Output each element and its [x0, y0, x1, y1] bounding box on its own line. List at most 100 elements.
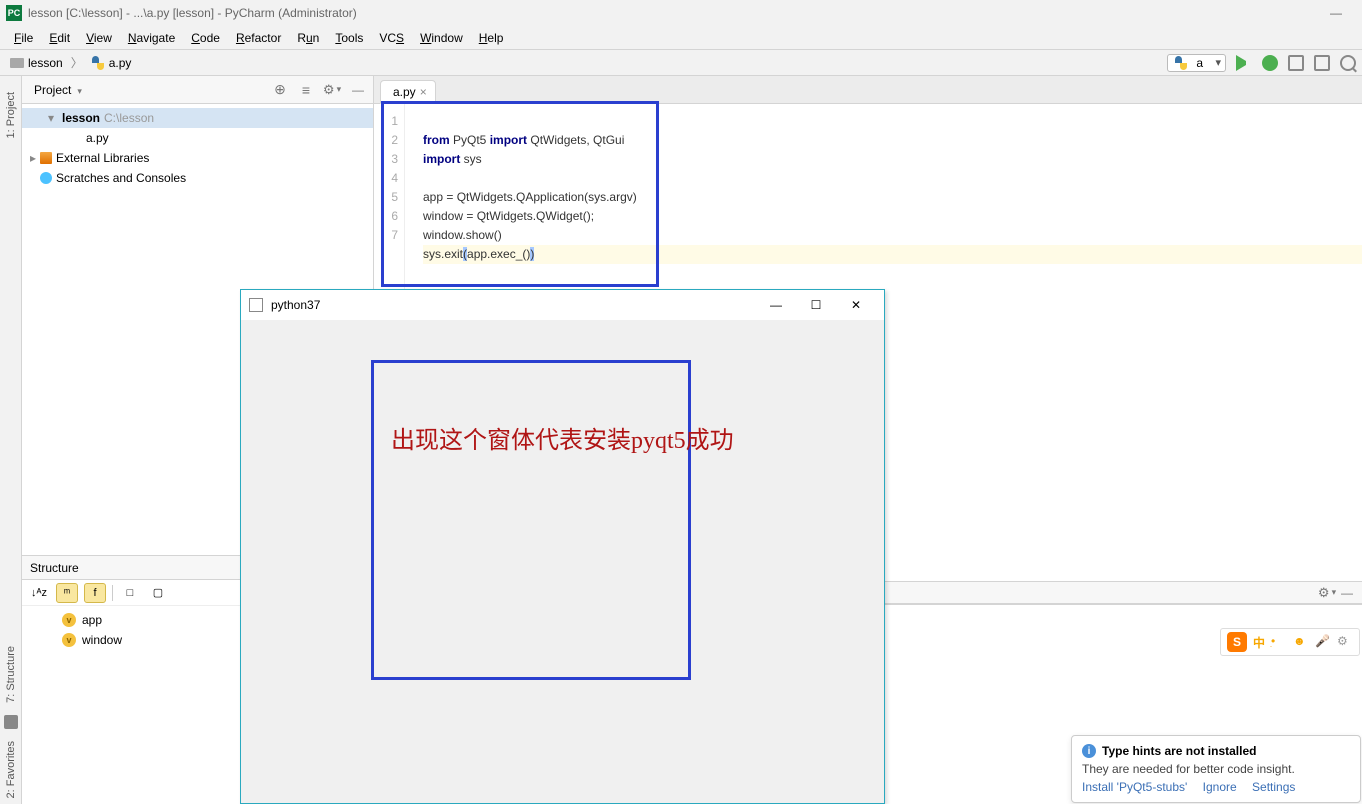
- left-tab-structure[interactable]: 7: Structure: [3, 640, 19, 709]
- python-app-window[interactable]: python37 — ☐ ✕ 出现这个窗体代表安装pyqt5成功: [240, 289, 885, 804]
- ime-voice-icon[interactable]: [1315, 634, 1331, 650]
- profile-button[interactable]: [1314, 55, 1330, 71]
- info-icon: i: [1082, 744, 1096, 758]
- hide-panel-icon[interactable]: [1340, 586, 1354, 600]
- scroll-from-source-icon[interactable]: [273, 83, 287, 97]
- close-tab-icon[interactable]: ×: [420, 85, 427, 99]
- ime-emoji-icon[interactable]: [1293, 634, 1309, 650]
- run-config-label: a: [1196, 56, 1203, 70]
- scratches-icon: [40, 172, 52, 184]
- notification-link-install[interactable]: Install 'PyQt5-stubs': [1082, 780, 1187, 794]
- menu-view[interactable]: View: [78, 31, 120, 45]
- library-icon: [40, 152, 52, 164]
- app-icon: [249, 298, 263, 312]
- sogou-logo-icon[interactable]: S: [1227, 632, 1247, 652]
- close-button[interactable]: ✕: [836, 291, 876, 319]
- project-file-name: a.py: [86, 131, 109, 145]
- search-everywhere-button[interactable]: [1340, 55, 1356, 71]
- menu-code[interactable]: Code: [183, 31, 228, 45]
- left-tool-strip: 1: Project 7: Structure 2: Favorites: [0, 76, 22, 804]
- project-tree-scratches[interactable]: ▸ Scratches and Consoles: [22, 168, 373, 188]
- line-number: 3: [374, 150, 398, 169]
- menu-refactor[interactable]: Refactor: [228, 31, 289, 45]
- left-tab-project[interactable]: 1: Project: [3, 86, 19, 144]
- editor-tab[interactable]: a.py ×: [380, 80, 436, 104]
- menu-tools[interactable]: Tools: [327, 31, 371, 45]
- notification-title: Type hints are not installed: [1102, 744, 1256, 758]
- ime-language-label[interactable]: 中: [1253, 634, 1265, 651]
- window-title: lesson [C:\lesson] - ...\a.py [lesson] -…: [28, 6, 1316, 20]
- structure-item-label: window: [82, 633, 122, 647]
- menu-bar: File Edit View Navigate Code Refactor Ru…: [0, 26, 1362, 50]
- left-tab-favorites[interactable]: 2: Favorites: [3, 735, 19, 804]
- project-panel-title: Project: [34, 83, 71, 97]
- project-tree-file[interactable]: a.py: [22, 128, 373, 148]
- run-with-coverage-button[interactable]: [1288, 55, 1304, 71]
- maximize-button[interactable]: ☐: [796, 291, 836, 319]
- editor-tab-label: a.py: [393, 85, 416, 99]
- project-tree-root[interactable]: ▾ lesson C:\lesson: [22, 108, 373, 128]
- show-fields-button[interactable]: f: [84, 583, 106, 603]
- python-file-icon: [91, 56, 105, 70]
- project-tree[interactable]: ▾ lesson C:\lesson a.py ▸ External Libra…: [22, 104, 373, 192]
- project-root-name: lesson: [62, 111, 100, 125]
- editor-tabs: a.py ×: [374, 76, 1362, 104]
- breadcrumb-file[interactable]: a.py: [87, 56, 136, 70]
- minimize-button[interactable]: —: [1316, 0, 1356, 26]
- line-number: 2: [374, 131, 398, 150]
- menu-vcs[interactable]: VCS: [371, 31, 412, 45]
- debug-button[interactable]: [1262, 55, 1278, 71]
- expand-icon[interactable]: ▾: [48, 111, 58, 125]
- collapse-all-button[interactable]: ▢: [147, 583, 169, 603]
- notification-link-ignore[interactable]: Ignore: [1203, 780, 1237, 794]
- notification-link-settings[interactable]: Settings: [1252, 780, 1295, 794]
- variable-icon: v: [62, 633, 76, 647]
- folder-icon: [10, 58, 24, 68]
- expand-all-button[interactable]: □: [119, 583, 141, 603]
- notification-popup: i Type hints are not installed They are n…: [1071, 735, 1361, 803]
- project-view-dropdown[interactable]: [75, 83, 82, 97]
- menu-navigate[interactable]: Navigate: [120, 31, 183, 45]
- menu-file[interactable]: File: [6, 31, 41, 45]
- external-libs-label: External Libraries: [56, 151, 149, 165]
- show-methods-button[interactable]: ᵐ: [56, 583, 78, 603]
- breadcrumb-file-label: a.py: [109, 56, 132, 70]
- minimize-button[interactable]: —: [756, 291, 796, 319]
- hide-panel-icon[interactable]: [351, 83, 365, 97]
- python-window-body: 出现这个窗体代表安装pyqt5成功: [241, 320, 884, 803]
- project-root-path: C:\lesson: [104, 111, 154, 125]
- structure-item-label: app: [82, 613, 102, 627]
- run-settings-icon[interactable]: [1320, 586, 1334, 600]
- ime-punctuation-icon[interactable]: [1271, 634, 1287, 650]
- breadcrumb-root[interactable]: lesson: [6, 56, 67, 70]
- project-tree-external-libs[interactable]: ▸ External Libraries: [22, 148, 373, 168]
- annotation-text: 出现这个窗体代表安装pyqt5成功: [391, 420, 734, 455]
- variable-icon: v: [62, 613, 76, 627]
- project-settings-icon[interactable]: [325, 83, 339, 97]
- run-button[interactable]: [1236, 55, 1252, 71]
- navigation-bar: lesson 〉 a.py a: [0, 50, 1362, 76]
- line-number: 7: [374, 226, 398, 245]
- notification-body: They are needed for better code insight.: [1082, 762, 1350, 776]
- scratches-label: Scratches and Consoles: [56, 171, 186, 185]
- breadcrumb-chevron-icon: 〉: [67, 54, 87, 71]
- line-number: 6: [374, 207, 398, 226]
- breadcrumb-root-label: lesson: [28, 56, 63, 70]
- line-number: 4: [374, 169, 398, 188]
- sort-alpha-button[interactable]: ↓ᴬz: [28, 583, 50, 603]
- expand-icon[interactable]: ▸: [30, 151, 40, 165]
- python-file-icon: [1174, 56, 1188, 70]
- menu-help[interactable]: Help: [471, 31, 512, 45]
- line-number: 5: [374, 188, 398, 207]
- collapse-all-icon[interactable]: [299, 83, 313, 97]
- menu-run[interactable]: Run: [289, 31, 327, 45]
- menu-edit[interactable]: Edit: [41, 31, 78, 45]
- bookmarks-icon[interactable]: [4, 715, 18, 729]
- run-config-selector[interactable]: a: [1167, 54, 1226, 72]
- ime-settings-icon[interactable]: [1337, 634, 1353, 650]
- python-window-titlebar[interactable]: python37 — ☐ ✕: [241, 290, 884, 320]
- menu-window[interactable]: Window: [412, 31, 471, 45]
- pycharm-icon: PC: [6, 5, 22, 21]
- window-titlebar: PC lesson [C:\lesson] - ...\a.py [lesson…: [0, 0, 1362, 26]
- ime-toolbar[interactable]: S 中: [1220, 628, 1360, 656]
